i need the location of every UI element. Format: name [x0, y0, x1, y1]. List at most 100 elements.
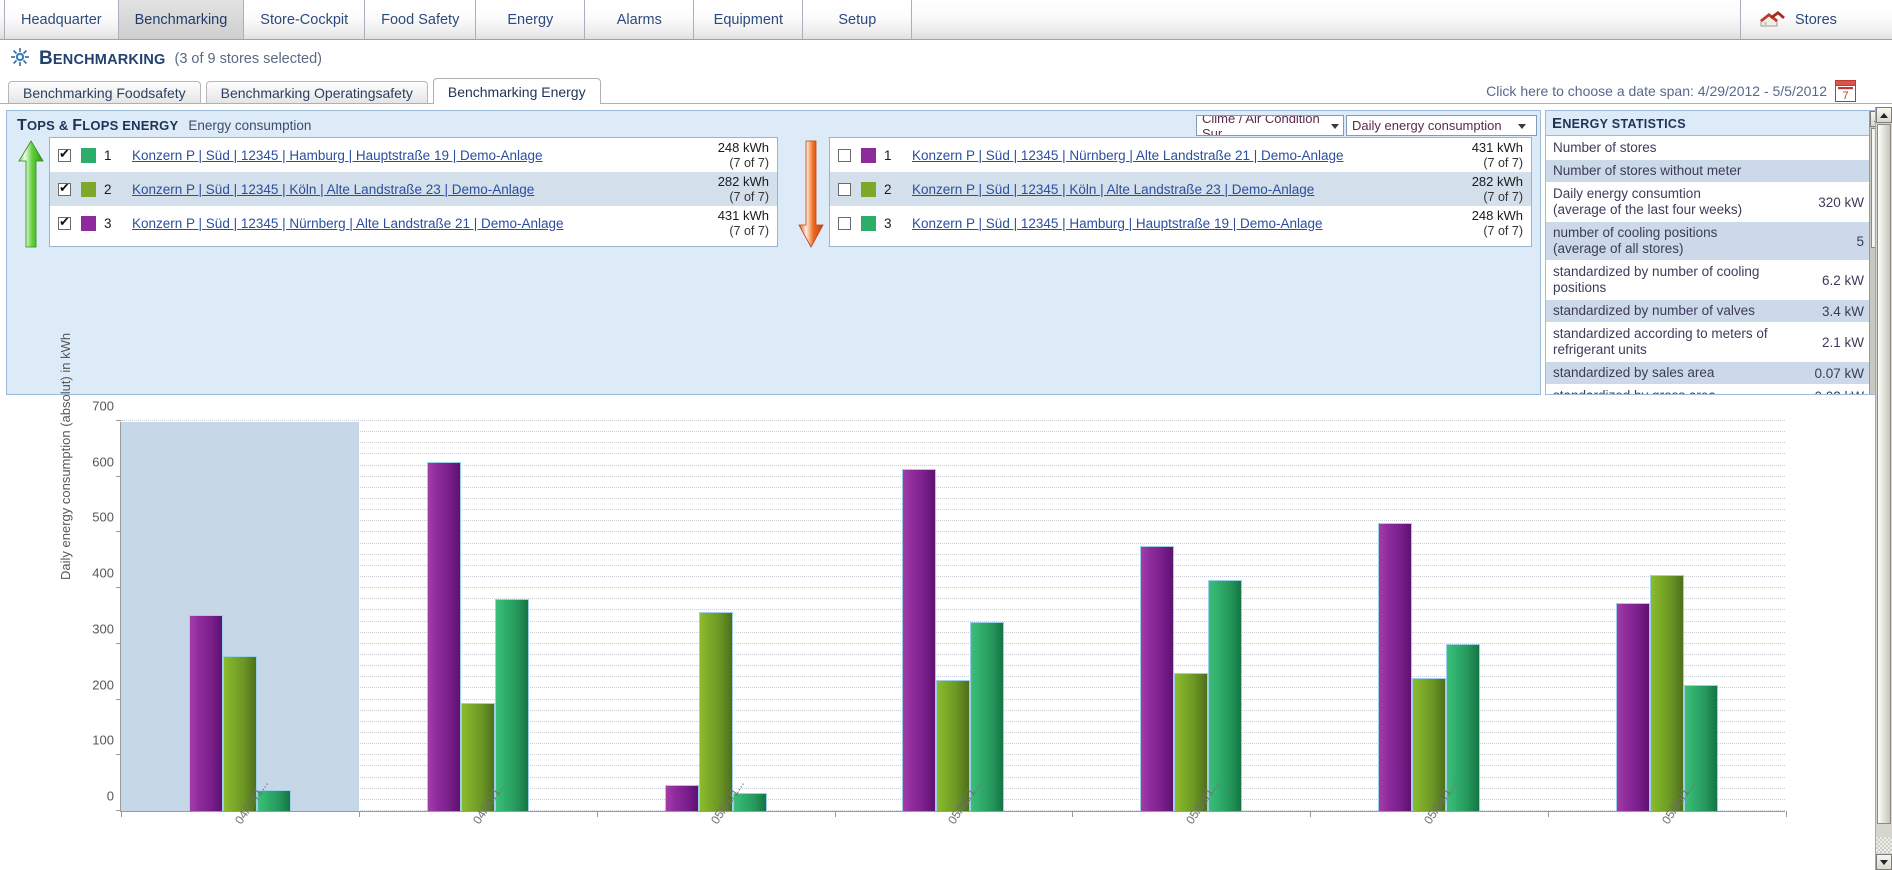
energy-statistic-row: standardized by number of valves 3.4 kW — [1546, 300, 1870, 323]
store-checkbox[interactable] — [58, 146, 71, 162]
chart-category-group: 05/03/1... — [1072, 422, 1310, 827]
store-rank: 1 — [104, 147, 112, 163]
store-row[interactable]: 2 Konzern P | Süd | 12345 | Köln | Alte L… — [50, 172, 777, 206]
store-row[interactable]: 2 Konzern P | Süd | 12345 | Köln | Alte L… — [830, 172, 1531, 206]
date-span-label[interactable]: Click here to choose a date span: 4/29/2… — [1486, 83, 1827, 99]
chart-bar[interactable] — [1650, 575, 1685, 811]
stores-button[interactable]: Stores — [1740, 0, 1892, 39]
store-row[interactable]: 1 Konzern P | Süd | 12345 | Hamburg | Hau… — [50, 138, 777, 172]
energy-bar-chart: Daily energy consumption (absolut) in kW… — [6, 333, 1787, 866]
chart-plot-area: 0 100 200 300 400 500 600 700 04/29/1... 04/30/1.… — [92, 399, 1787, 827]
stores-label: Stores — [1795, 11, 1837, 28]
chart-bar[interactable] — [1140, 546, 1175, 811]
page-scrollbar[interactable] — [1875, 107, 1892, 870]
x-axis-tick-mark — [834, 811, 836, 817]
chart-bar[interactable] — [1208, 580, 1243, 811]
nav-tab-alarms[interactable]: Alarms — [585, 0, 695, 39]
store-checkbox[interactable] — [58, 214, 71, 230]
tops-column: 1 Konzern P | Süd | 12345 | Hamburg | Hau… — [17, 137, 778, 389]
arrow-down-icon — [797, 139, 825, 249]
y-axis-tick-label: 200 — [92, 677, 114, 693]
main-navigation-bar: Headquarter Benchmarking Store-Cockpit Food… — [0, 0, 1892, 40]
store-name-link[interactable]: Konzern P | Süd | 12345 | Köln | Alte La… — [912, 182, 1314, 197]
store-name-link[interactable]: Konzern P | Süd | 12345 | Köln | Alte La… — [132, 182, 534, 197]
chart-bar[interactable] — [1616, 603, 1651, 811]
flops-column: 1 Konzern P | Süd | 12345 | Nürnberg | Al… — [797, 137, 1532, 389]
energy-statistic-value: 0.07 kW — [1814, 365, 1864, 381]
store-consumption: 248 kWh — [1471, 208, 1523, 223]
chart-bar[interactable] — [698, 611, 733, 811]
series-color-swatch — [861, 181, 876, 197]
store-sample-count: (7 of 7) — [1483, 190, 1523, 204]
scrollbar-corner — [1876, 837, 1892, 853]
subtab-benchmarking-foodsafety[interactable]: Benchmarking Foodsafety — [8, 81, 201, 104]
series-color-swatch — [81, 147, 96, 163]
series-color-swatch — [861, 215, 876, 231]
store-row[interactable]: 3 Konzern P | Süd | 12345 | Hamburg | Hau… — [830, 206, 1531, 240]
page-scrollbar-thumb[interactable] — [1877, 124, 1891, 824]
store-row[interactable]: 1 Konzern P | Süd | 12345 | Nürnberg | Al… — [830, 138, 1531, 172]
arrow-up-icon — [17, 139, 45, 249]
store-consumption: 431 kWh — [1471, 140, 1523, 155]
page-scroll-up-button[interactable] — [1876, 107, 1892, 123]
category-select[interactable]: Clime / Air Condition Sur — [1196, 115, 1344, 136]
nav-tab-energy[interactable]: Energy — [476, 0, 586, 39]
nav-tab-food-safety[interactable]: Food Safety — [365, 0, 477, 39]
stores-icon — [1759, 6, 1785, 33]
nav-tab-equipment[interactable]: Equipment — [694, 0, 804, 39]
nav-tab-benchmarking[interactable]: Benchmarking — [118, 0, 245, 39]
energy-statistic-label: Number of stores — [1553, 140, 1657, 155]
chart-bar[interactable] — [664, 785, 699, 811]
store-consumption: 431 kWh — [717, 208, 769, 223]
store-checkbox[interactable] — [838, 216, 851, 230]
x-axis-tick-mark — [1310, 811, 1312, 817]
energy-statistic-label: standardized according to meters of refr… — [1553, 326, 1768, 357]
tops-flops-header: TOPS & FLOPS ENERGY Energy consumption — [17, 117, 311, 135]
nav-tab-store-cockpit[interactable]: Store-Cockpit — [244, 0, 366, 39]
store-values: 282 kWh (7 of 7) — [1472, 174, 1523, 205]
energy-statistic-value: 320 kW — [1818, 194, 1864, 210]
date-span-control[interactable]: Click here to choose a date span: 4/29/2… — [1486, 80, 1856, 102]
y-axis-tick-label: 0 — [106, 788, 114, 804]
chart-bar[interactable] — [188, 614, 223, 811]
store-name-link[interactable]: Konzern P | Süd | 12345 | Hamburg | Haup… — [132, 148, 543, 163]
calendar-icon[interactable]: 7 — [1835, 80, 1856, 102]
store-consumption: 248 kWh — [717, 140, 769, 155]
tops-list: 1 Konzern P | Süd | 12345 | Hamburg | Hau… — [49, 137, 778, 247]
x-axis-tick-mark — [121, 811, 122, 817]
store-checkbox[interactable] — [838, 148, 851, 162]
energy-statistic-label: Number of stores without meter — [1553, 163, 1742, 178]
series-color-swatch — [81, 181, 96, 197]
store-name-link[interactable]: Konzern P | Süd | 12345 | Nürnberg | Alt… — [132, 216, 564, 231]
store-checkbox[interactable] — [58, 180, 71, 196]
page-subtitle: (3 of 9 stores selected) — [174, 51, 322, 67]
subtab-benchmarking-operatingsafety[interactable]: Benchmarking Operatingsafety — [205, 81, 428, 104]
y-axis-tick-label: 700 — [92, 398, 114, 414]
chart-bar[interactable] — [426, 461, 461, 811]
store-row[interactable]: 3 Konzern P | Süd | 12345 | Nürnberg | Al… — [50, 206, 777, 240]
nav-tab-setup[interactable]: Setup — [803, 0, 913, 39]
y-axis-tick-label: 500 — [92, 509, 114, 525]
store-sample-count: (7 of 7) — [729, 224, 769, 238]
subtab-divider — [0, 103, 1892, 104]
chart-bar[interactable] — [1378, 522, 1413, 811]
y-axis-title: Daily energy consumption (absolut) in kW… — [58, 332, 73, 580]
chevron-down-icon — [1331, 123, 1339, 129]
x-axis-tick-mark — [1786, 811, 1787, 817]
energy-statistic-row: Number of stores — [1546, 137, 1870, 160]
store-name-link[interactable]: Konzern P | Süd | 12345 | Hamburg | Haup… — [912, 216, 1323, 231]
svg-text:7: 7 — [1842, 90, 1848, 102]
chart-bar[interactable] — [902, 469, 937, 811]
tops-and-flops-panel: TOPS & FLOPS ENERGY Energy consumption C… — [6, 110, 1541, 395]
y-axis-tick-label: 100 — [92, 732, 114, 748]
store-sample-count: (7 of 7) — [1483, 156, 1523, 170]
store-checkbox[interactable] — [838, 182, 851, 196]
store-name-link[interactable]: Konzern P | Süd | 12345 | Nürnberg | Alt… — [912, 148, 1344, 163]
store-values: 431 kWh (7 of 7) — [718, 208, 769, 239]
subtab-benchmarking-energy[interactable]: Benchmarking Energy — [432, 78, 601, 104]
nav-tab-headquarter[interactable]: Headquarter — [4, 0, 119, 39]
store-sample-count: (7 of 7) — [1483, 224, 1523, 238]
y-axis-tick-mark — [116, 420, 121, 421]
page-scroll-down-button[interactable] — [1876, 854, 1892, 870]
metric-select[interactable]: Daily energy consumption — [1346, 115, 1537, 136]
